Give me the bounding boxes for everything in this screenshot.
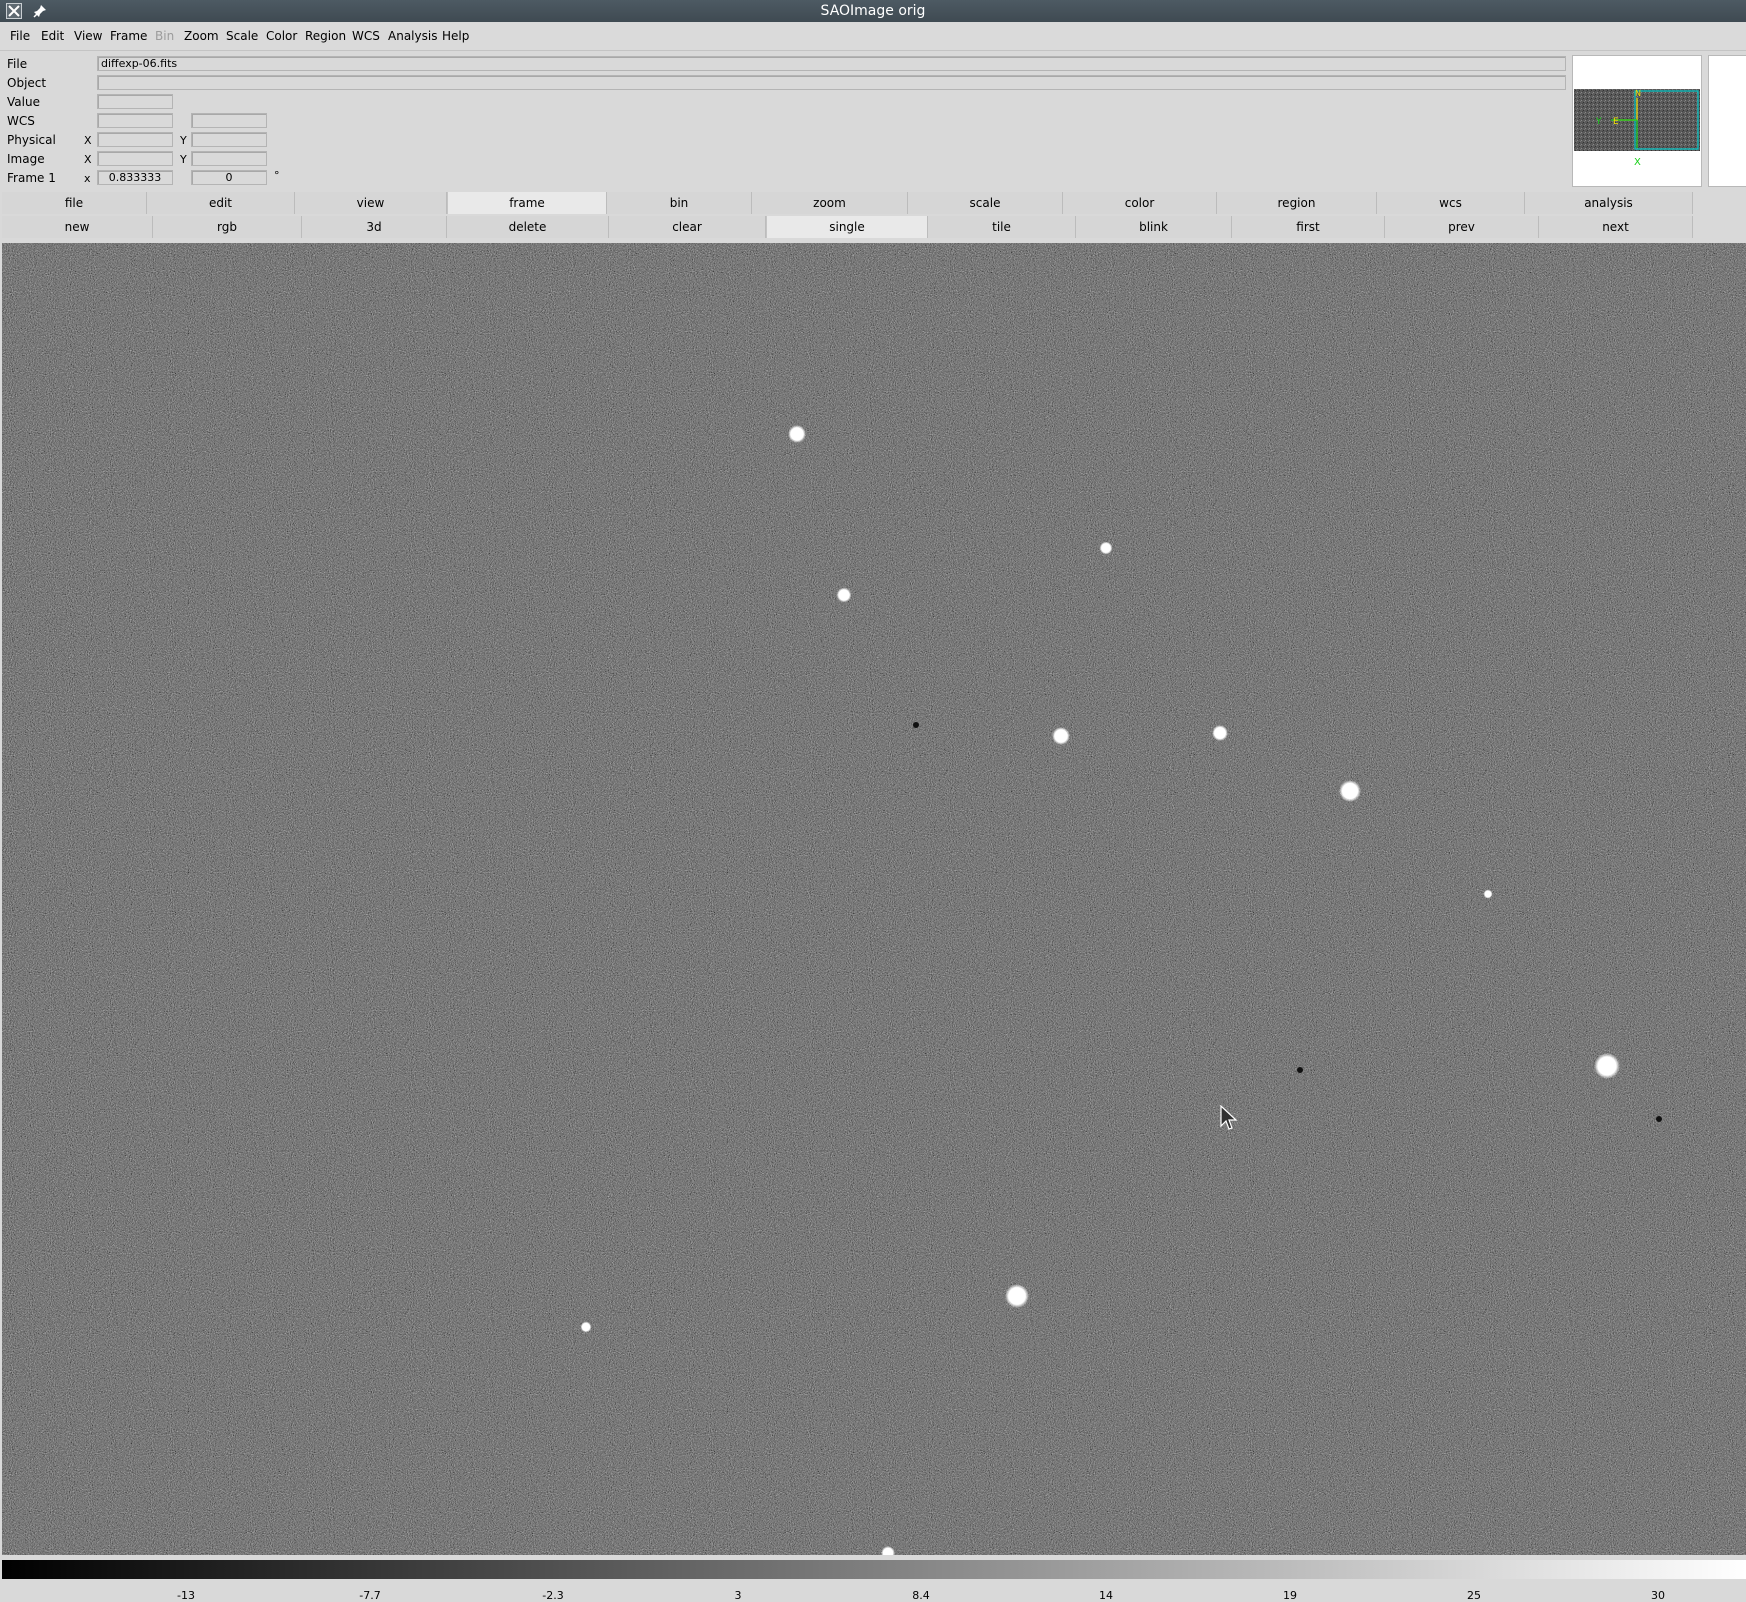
star-source bbox=[1594, 1053, 1620, 1079]
button-color[interactable]: color bbox=[1063, 192, 1217, 214]
wcs-field-1[interactable] bbox=[97, 113, 173, 128]
panner[interactable]: E N Y X bbox=[1572, 55, 1702, 187]
button-analysis[interactable]: analysis bbox=[1525, 192, 1693, 214]
star-source bbox=[1005, 1284, 1029, 1308]
window-title: SAOImage orig bbox=[820, 3, 926, 19]
frame-angle-field[interactable]: 0 bbox=[191, 170, 267, 185]
menu-file[interactable]: File bbox=[10, 29, 30, 43]
button-file[interactable]: file bbox=[2, 192, 147, 214]
dark-spot bbox=[913, 722, 919, 728]
star-source bbox=[836, 587, 852, 603]
button-3d[interactable]: 3d bbox=[302, 216, 447, 238]
colorbar-tick: 25 bbox=[1467, 1589, 1481, 1602]
dark-spot bbox=[1297, 1067, 1303, 1073]
menubar: File Edit View Frame Bin Zoom Scale Colo… bbox=[0, 23, 1746, 51]
button-zoom[interactable]: zoom bbox=[752, 192, 908, 214]
image-canvas[interactable] bbox=[2, 243, 1746, 1555]
image-y-label: Y bbox=[180, 153, 187, 166]
star-source bbox=[1483, 889, 1493, 899]
star-source bbox=[788, 425, 806, 443]
wcs-field-2[interactable] bbox=[191, 113, 267, 128]
compass-y: Y bbox=[1595, 117, 1602, 127]
frame-zoom-field[interactable]: 0.833333 bbox=[97, 170, 173, 185]
value-field[interactable] bbox=[97, 94, 173, 109]
file-field[interactable]: diffexp-06.fits bbox=[97, 56, 1566, 71]
colorbar-tick: -2.3 bbox=[542, 1589, 564, 1602]
buttonbar-bottom: new rgb 3d delete clear single tile blin… bbox=[2, 216, 1746, 238]
astronomical-image[interactable] bbox=[2, 243, 1746, 1555]
star-source bbox=[1339, 780, 1361, 802]
colorbar-tick: -7.7 bbox=[359, 1589, 381, 1602]
physical-label: Physical bbox=[7, 133, 56, 147]
value-label: Value bbox=[7, 95, 40, 109]
colorbar-tick: 19 bbox=[1283, 1589, 1297, 1602]
image-label: Image bbox=[7, 152, 45, 166]
button-frame[interactable]: frame bbox=[447, 192, 607, 214]
mouse-cursor-icon bbox=[1220, 1104, 1238, 1134]
menu-wcs[interactable]: WCS bbox=[352, 29, 380, 43]
physical-x-field[interactable] bbox=[97, 132, 173, 147]
pin-icon[interactable] bbox=[31, 2, 49, 20]
menu-view[interactable]: View bbox=[74, 29, 102, 43]
button-prev[interactable]: prev bbox=[1385, 216, 1539, 238]
menu-color[interactable]: Color bbox=[266, 29, 297, 43]
colorbar-tick: 8.4 bbox=[912, 1589, 930, 1602]
colorbar-tick: -13 bbox=[177, 1589, 195, 1602]
menu-edit[interactable]: Edit bbox=[41, 29, 64, 43]
menu-bin: Bin bbox=[155, 29, 175, 43]
button-bin[interactable]: bin bbox=[607, 192, 752, 214]
window-titlebar: SAOImage orig bbox=[0, 0, 1746, 22]
star-source bbox=[1052, 727, 1070, 745]
image-y-field[interactable] bbox=[191, 151, 267, 166]
frame-zoom-label: x bbox=[84, 172, 91, 185]
button-wcs[interactable]: wcs bbox=[1377, 192, 1525, 214]
frame-label: Frame 1 bbox=[7, 171, 56, 185]
menu-frame[interactable]: Frame bbox=[110, 29, 147, 43]
colorbar[interactable] bbox=[2, 1560, 1746, 1579]
physical-x-label: X bbox=[84, 134, 92, 147]
star-source bbox=[1099, 541, 1113, 555]
colorbar-tick: 30 bbox=[1651, 1589, 1665, 1602]
button-scale[interactable]: scale bbox=[908, 192, 1063, 214]
compass-n: N bbox=[1635, 89, 1641, 98]
button-clear[interactable]: clear bbox=[609, 216, 766, 238]
file-label: File bbox=[7, 57, 28, 71]
button-rgb[interactable]: rgb bbox=[153, 216, 302, 238]
button-edit[interactable]: edit bbox=[147, 192, 295, 214]
menu-help[interactable]: Help bbox=[442, 29, 469, 43]
button-single[interactable]: single bbox=[766, 216, 928, 238]
compass-e: E bbox=[1613, 117, 1619, 127]
button-first[interactable]: first bbox=[1232, 216, 1385, 238]
magnifier bbox=[1708, 55, 1746, 187]
object-label: Object bbox=[7, 76, 47, 90]
menu-analysis[interactable]: Analysis bbox=[388, 29, 437, 43]
x-window-icon[interactable] bbox=[5, 2, 23, 20]
star-source bbox=[580, 1321, 592, 1333]
button-region[interactable]: region bbox=[1217, 192, 1377, 214]
colorbar-tick: 14 bbox=[1099, 1589, 1113, 1602]
dark-spot bbox=[1656, 1116, 1662, 1122]
compass-x: X bbox=[1634, 157, 1641, 168]
button-view[interactable]: view bbox=[295, 192, 447, 214]
wcs-label: WCS bbox=[7, 114, 35, 128]
image-x-label: X bbox=[84, 153, 92, 166]
button-new[interactable]: new bbox=[2, 216, 153, 238]
frame-angle-unit: ° bbox=[274, 169, 280, 182]
physical-y-label: Y bbox=[180, 134, 187, 147]
object-field[interactable] bbox=[97, 75, 1566, 90]
image-x-field[interactable] bbox=[97, 151, 173, 166]
buttonbar-top: file edit view frame bin zoom scale colo… bbox=[2, 192, 1746, 214]
menu-zoom[interactable]: Zoom bbox=[184, 29, 219, 43]
menu-scale[interactable]: Scale bbox=[226, 29, 258, 43]
panner-thumbnail[interactable]: E N Y X bbox=[1573, 56, 1701, 186]
physical-y-field[interactable] bbox=[191, 132, 267, 147]
button-blink[interactable]: blink bbox=[1076, 216, 1232, 238]
button-delete[interactable]: delete bbox=[447, 216, 609, 238]
button-next[interactable]: next bbox=[1539, 216, 1693, 238]
menu-region[interactable]: Region bbox=[305, 29, 346, 43]
star-source bbox=[1212, 725, 1228, 741]
colorbar-tick: 3 bbox=[734, 1589, 742, 1602]
button-tile[interactable]: tile bbox=[928, 216, 1076, 238]
